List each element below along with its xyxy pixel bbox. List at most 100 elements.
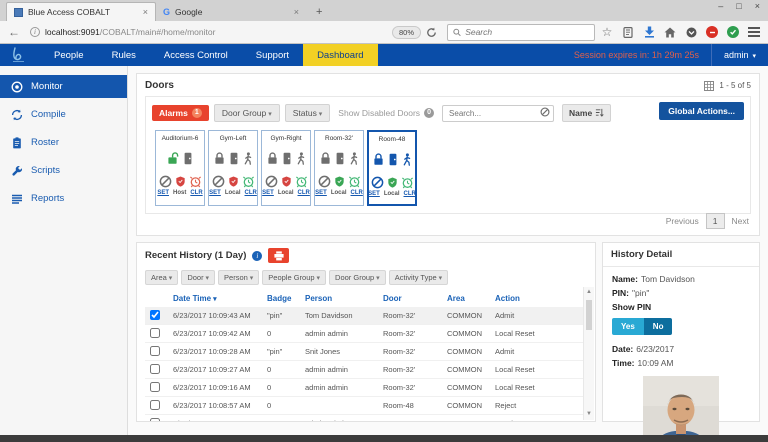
scroll-up-icon[interactable]	[584, 287, 594, 298]
column-door[interactable]: Door	[383, 294, 447, 303]
alarm-clock-icon[interactable]	[189, 175, 202, 188]
door-card-auditorium-6[interactable]: Auditorium-6 SET Host CLR	[155, 130, 205, 206]
maximize-button[interactable]	[736, 1, 741, 11]
people-group-dropdown[interactable]: People Group	[262, 270, 326, 285]
area-dropdown[interactable]: Area	[145, 270, 178, 285]
nav-item-dashboard[interactable]: Dashboard	[303, 44, 377, 66]
library-icon[interactable]	[622, 26, 634, 38]
clr-link[interactable]: CLR	[245, 190, 257, 196]
scroll-down-icon[interactable]	[584, 409, 594, 420]
home-icon[interactable]	[664, 26, 676, 38]
sidebar-item-reports[interactable]: Reports	[0, 187, 127, 210]
person-dropdown[interactable]: Person	[218, 270, 259, 285]
back-button[interactable]	[8, 25, 20, 39]
show-pin-yes-button[interactable]: Yes	[612, 318, 644, 335]
row-checkbox[interactable]	[150, 328, 160, 338]
table-row[interactable]: 6/23/2017 10:08:56 AM 0 admin admin Room…	[145, 415, 587, 422]
nav-item-people[interactable]: People	[40, 44, 98, 66]
clr-link[interactable]: CLR	[298, 190, 310, 196]
nav-item-access-control[interactable]: Access Control	[150, 44, 242, 66]
status-dropdown[interactable]: Status	[285, 104, 331, 122]
set-link[interactable]: SET	[209, 190, 221, 196]
hamburger-menu-icon[interactable]	[748, 27, 760, 37]
shield-icon[interactable]	[282, 176, 291, 187]
sidebar-item-monitor[interactable]: Monitor	[0, 75, 127, 98]
table-scrollbar[interactable]	[583, 287, 594, 420]
close-button[interactable]	[755, 1, 760, 11]
nav-item-rules[interactable]: Rules	[98, 44, 150, 66]
table-row[interactable]: 6/23/2017 10:09:43 AM "pin" Tom Davidson…	[145, 307, 587, 325]
column-action[interactable]: Action	[495, 294, 587, 303]
shield-icon[interactable]	[335, 176, 344, 187]
clr-link[interactable]: CLR	[190, 190, 202, 196]
browser-search-input[interactable]	[465, 27, 589, 37]
browser-search-box[interactable]	[447, 24, 595, 41]
tab-close-icon[interactable]	[143, 7, 148, 17]
refresh-icon[interactable]	[426, 27, 437, 38]
shield-icon[interactable]	[176, 176, 185, 187]
set-link[interactable]: SET	[368, 191, 380, 197]
row-checkbox[interactable]	[150, 418, 160, 423]
door-card-room-48[interactable]: Room-48 SET Local CLR	[367, 130, 417, 206]
clr-link[interactable]: CLR	[404, 191, 416, 197]
info-icon[interactable]: i	[252, 251, 262, 261]
no-entry-icon[interactable]	[371, 176, 384, 189]
show-pin-no-button[interactable]: No	[644, 318, 673, 335]
show-disabled-doors-toggle[interactable]: Show Disabled Doors 0	[338, 108, 434, 118]
bookmark-star-icon[interactable]	[601, 26, 613, 38]
alarm-clock-icon[interactable]	[401, 176, 414, 189]
row-checkbox[interactable]	[150, 310, 160, 320]
scroll-thumb[interactable]	[586, 300, 592, 330]
alarms-button[interactable]: Alarms 1	[152, 105, 209, 121]
no-entry-icon[interactable]	[265, 175, 278, 188]
global-actions-button[interactable]: Global Actions...	[659, 102, 744, 120]
site-info-icon[interactable]: i	[30, 27, 40, 37]
row-checkbox[interactable]	[150, 382, 160, 392]
no-entry-icon[interactable]	[159, 175, 172, 188]
minimize-button[interactable]	[718, 1, 723, 11]
doors-search-input[interactable]	[442, 105, 554, 122]
shield-icon[interactable]	[388, 177, 397, 188]
door-card-gym-right[interactable]: Gym-Right SET Local CLR	[261, 130, 311, 206]
door-card-gym-left[interactable]: Gym-Left SET Local CLR	[208, 130, 258, 206]
new-tab-button[interactable]	[316, 2, 322, 21]
table-row[interactable]: 6/23/2017 10:09:16 AM 0 admin admin Room…	[145, 379, 587, 397]
tab-close-icon[interactable]	[294, 7, 299, 17]
download-icon[interactable]	[643, 26, 655, 38]
row-checkbox[interactable]	[150, 364, 160, 374]
antivirus-icon[interactable]	[727, 26, 739, 38]
table-row[interactable]: 6/23/2017 10:09:28 AM "pin" Snit Jones R…	[145, 343, 587, 361]
clear-search-icon[interactable]	[540, 107, 550, 117]
activity-type-dropdown[interactable]: Activity Type	[389, 270, 448, 285]
door-group-dropdown[interactable]: Door Group	[214, 104, 280, 122]
sidebar-item-scripts[interactable]: Scripts	[0, 159, 127, 182]
clr-link[interactable]: CLR	[351, 190, 363, 196]
column-area[interactable]: Area	[447, 294, 495, 303]
door-card-room-32[interactable]: Room-32' SET Local CLR	[314, 130, 364, 206]
browser-tab-google[interactable]: G Google	[156, 2, 306, 21]
pocket-icon[interactable]	[685, 26, 697, 38]
set-link[interactable]: SET	[157, 190, 169, 196]
zoom-level-badge[interactable]: 80%	[392, 26, 421, 39]
door-group-dropdown[interactable]: Door Group	[329, 270, 386, 285]
door-dropdown[interactable]: Door	[181, 270, 215, 285]
no-entry-icon[interactable]	[212, 175, 225, 188]
sidebar-item-roster[interactable]: Roster	[0, 131, 127, 154]
url-field[interactable]: i localhost:9091/COBALT/main#/home/monit…	[26, 24, 441, 41]
alarm-clock-icon[interactable]	[242, 175, 255, 188]
no-entry-icon[interactable]	[318, 175, 331, 188]
alarm-clock-icon[interactable]	[295, 175, 308, 188]
next-page-button[interactable]: Next	[732, 216, 749, 226]
sidebar-item-compile[interactable]: Compile	[0, 103, 127, 126]
adblock-icon[interactable]	[706, 26, 718, 38]
print-button[interactable]	[268, 248, 289, 263]
sort-by-name-button[interactable]: Name	[562, 104, 611, 122]
shield-icon[interactable]	[229, 176, 238, 187]
previous-page-button[interactable]: Previous	[666, 216, 699, 226]
set-link[interactable]: SET	[262, 190, 274, 196]
table-row[interactable]: 6/23/2017 10:09:27 AM 0 admin admin Room…	[145, 361, 587, 379]
page-number[interactable]: 1	[706, 213, 725, 229]
column-badge[interactable]: Badge	[267, 294, 305, 303]
table-row[interactable]: 6/23/2017 10:08:57 AM 0 Room-48 COMMON R…	[145, 397, 587, 415]
row-checkbox[interactable]	[150, 346, 160, 356]
